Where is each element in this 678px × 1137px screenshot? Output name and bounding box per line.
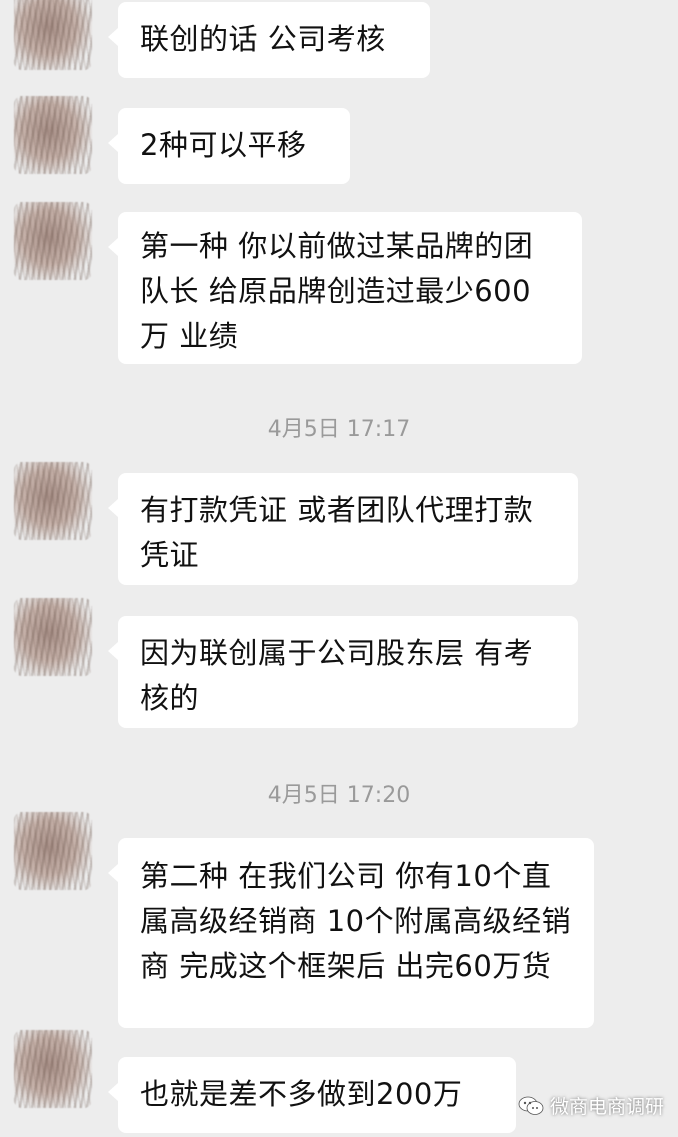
avatar[interactable] xyxy=(14,1030,92,1108)
message-bubble[interactable]: 有打款凭证 或者团队代理打款凭证 xyxy=(108,473,578,585)
avatar[interactable] xyxy=(14,462,92,540)
message-text: 联创的话 公司考核 xyxy=(140,22,386,56)
message-bubble[interactable]: 因为联创属于公司股东层 有考核的 xyxy=(108,616,578,728)
message-bubble[interactable]: 2种可以平移 xyxy=(108,108,350,184)
timestamp: 4月5日 17:20 xyxy=(267,783,411,808)
avatar[interactable] xyxy=(14,0,92,70)
avatar[interactable] xyxy=(14,96,92,174)
watermark-text: 微商电商调研 xyxy=(549,1096,664,1118)
avatar[interactable] xyxy=(14,202,92,280)
message-text: 有打款凭证 或者团队代理打款凭证 xyxy=(140,493,534,572)
avatar[interactable] xyxy=(14,598,92,676)
message-bubble[interactable]: 联创的话 公司考核 xyxy=(108,2,430,78)
message-text: 因为联创属于公司股东层 有考核的 xyxy=(140,636,534,715)
message-bubble[interactable]: 第一种 你以前做过某品牌的团队长 给原品牌创造过最少600万 业绩 xyxy=(108,212,582,364)
avatar[interactable] xyxy=(14,812,92,890)
message-text: 也就是差不多做到200万 xyxy=(140,1077,463,1111)
timestamp: 4月5日 17:17 xyxy=(267,417,411,442)
message-bubble[interactable]: 也就是差不多做到200万 xyxy=(108,1057,516,1133)
chat-area[interactable]: 联创的话 公司考核 2种可以平移 第一种 你以前做过某品牌的团队长 给原品牌创造… xyxy=(0,0,678,1137)
wechat-icon xyxy=(518,1096,544,1116)
message-text: 2种可以平移 xyxy=(140,128,307,162)
watermark: 微商电商调研 xyxy=(518,1092,664,1119)
message-text: 第一种 你以前做过某品牌的团队长 给原品牌创造过最少600万 业绩 xyxy=(140,229,534,353)
message-bubble[interactable]: 第二种 在我们公司 你有10个直属高级经销商 10个附属高级经销商 完成这个框架… xyxy=(108,838,594,1028)
message-text: 第二种 在我们公司 你有10个直属高级经销商 10个附属高级经销商 完成这个框架… xyxy=(140,859,572,983)
